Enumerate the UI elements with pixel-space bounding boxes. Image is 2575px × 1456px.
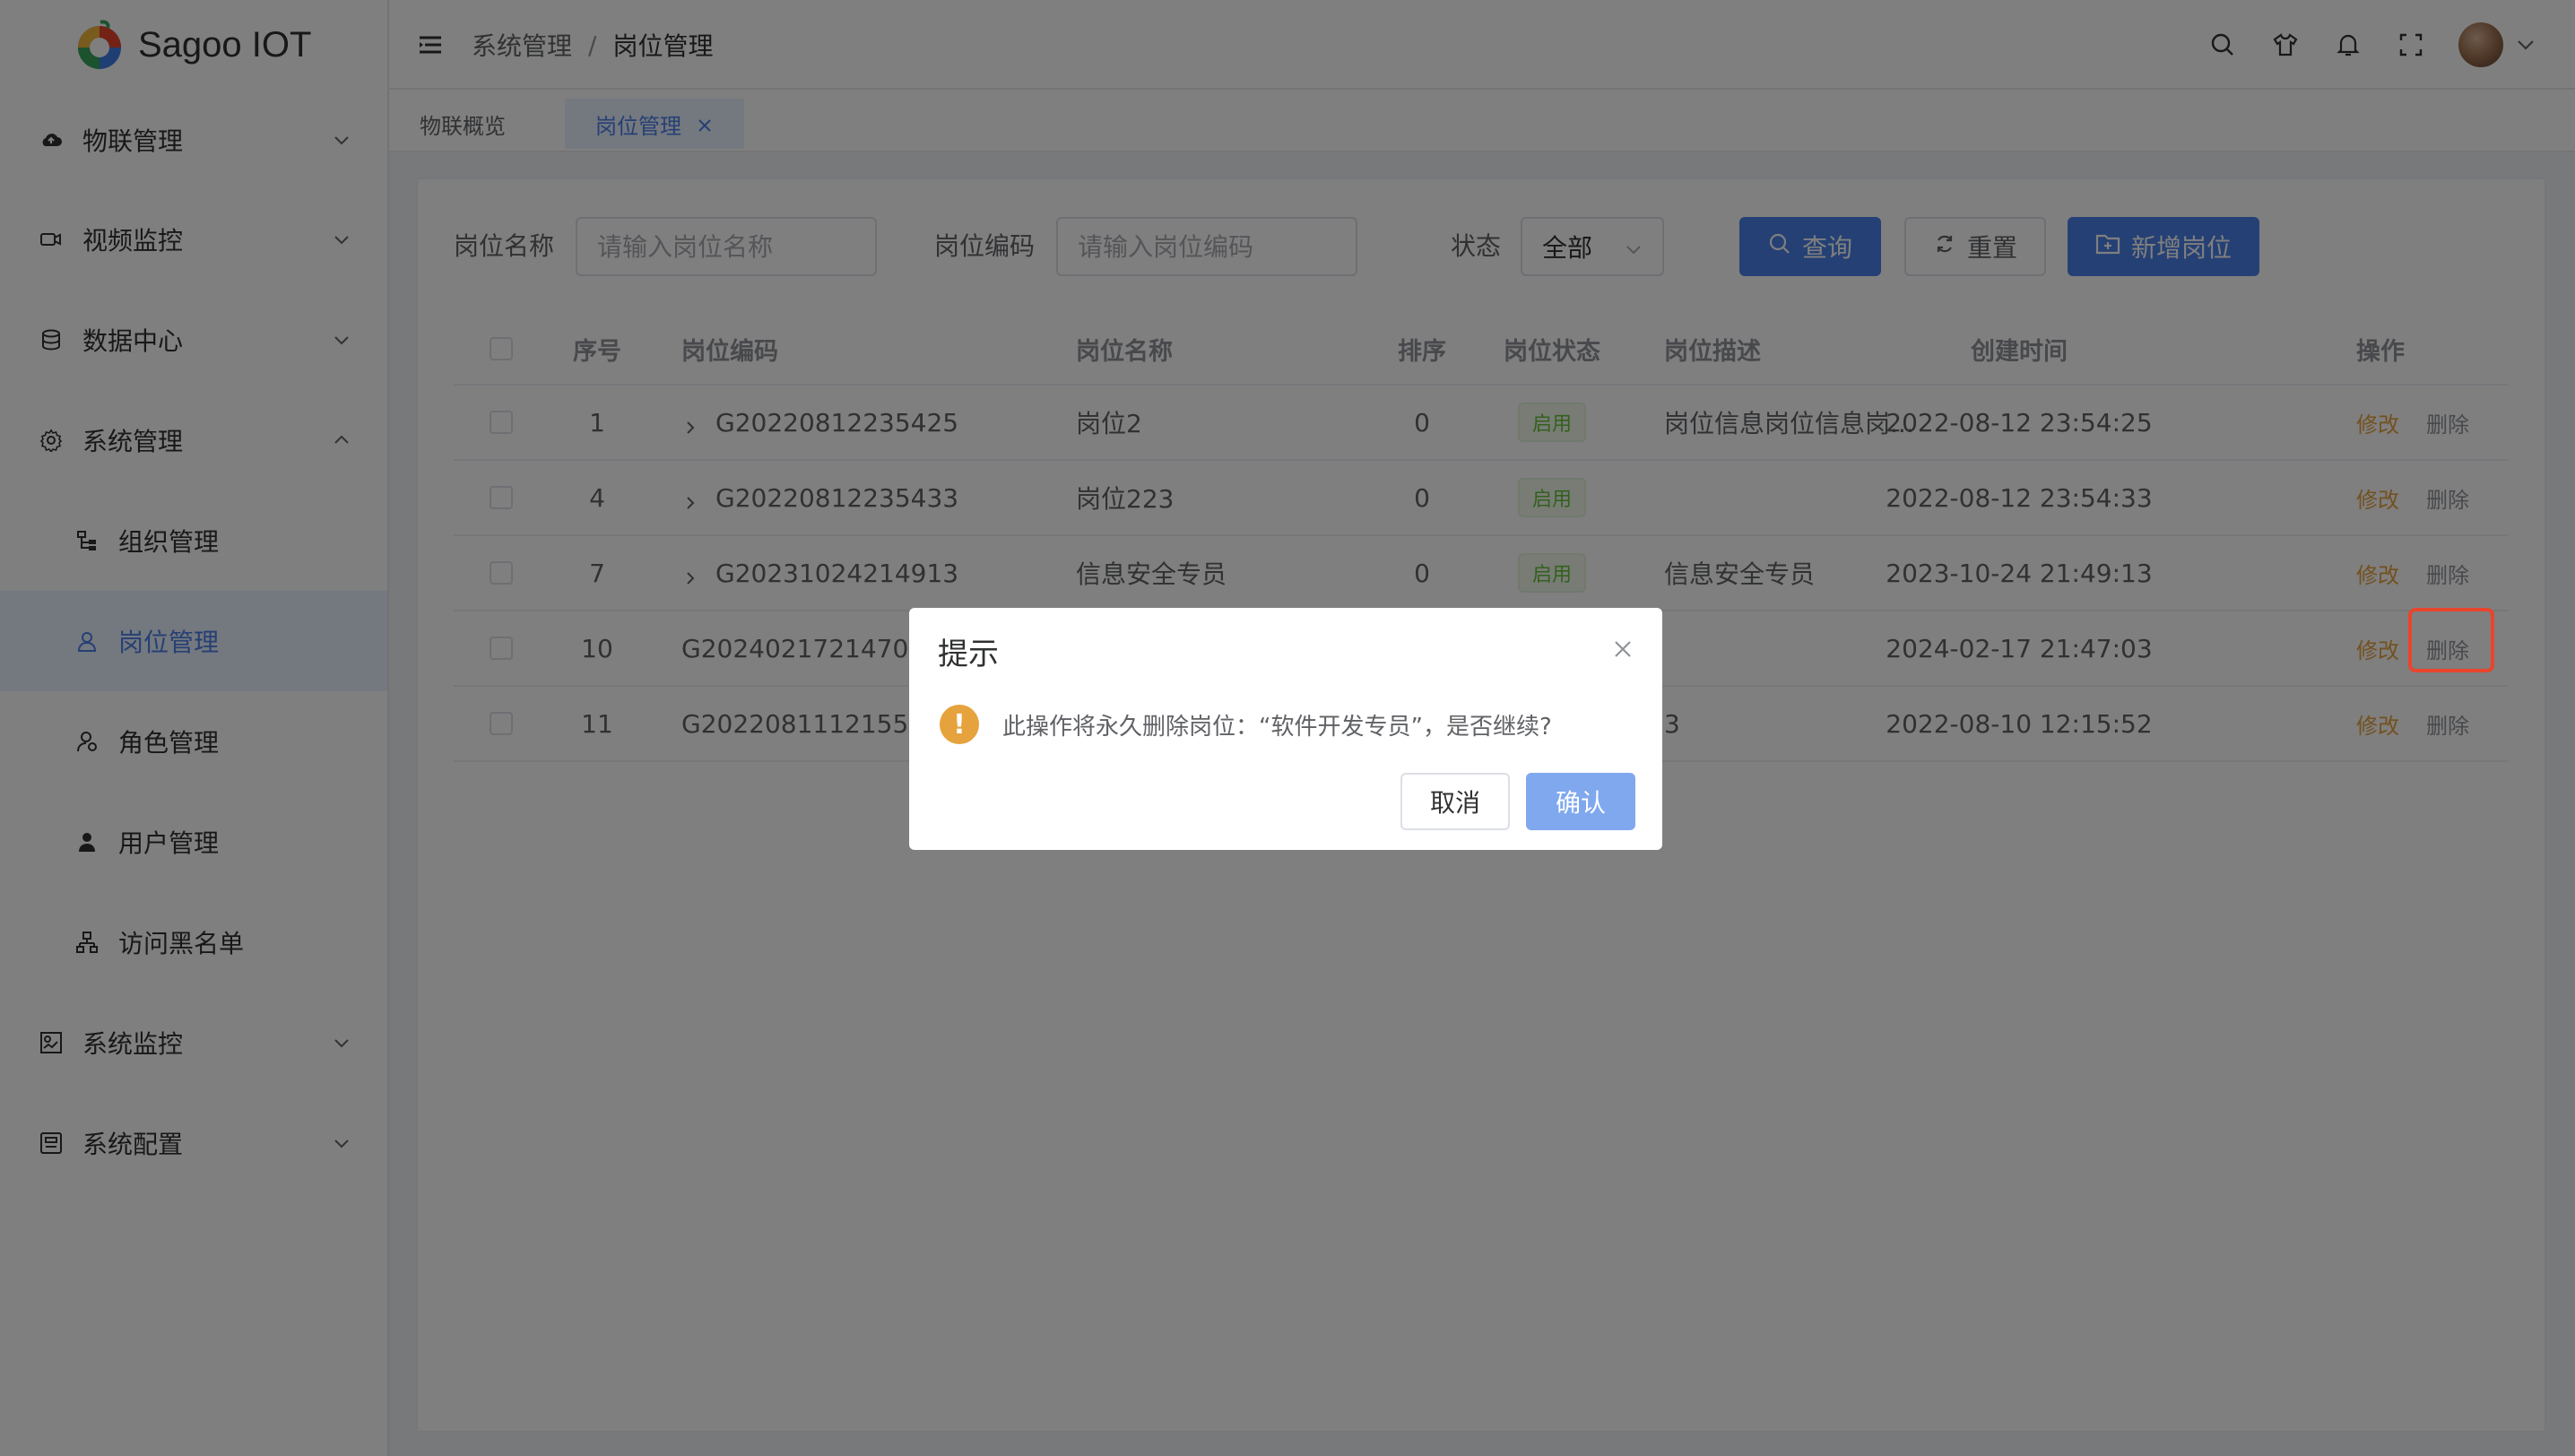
dialog-message: 此操作将永久删除岗位：“软件开发专员”，是否继续? [1002, 713, 1552, 741]
warning-icon: ! [940, 705, 979, 744]
dialog-body: ! 此操作将永久删除岗位：“软件开发专员”，是否继续? [940, 705, 1552, 744]
confirm-button[interactable]: 确认 [1526, 773, 1635, 830]
delete-highlight-box [2408, 608, 2494, 672]
dialog-title: 提示 [938, 637, 999, 672]
confirm-dialog: 提示 ! 此操作将永久删除岗位：“软件开发专员”，是否继续? 取消 确认 [909, 608, 1662, 850]
close-icon[interactable] [1610, 637, 1635, 662]
cancel-button[interactable]: 取消 [1400, 773, 1510, 830]
